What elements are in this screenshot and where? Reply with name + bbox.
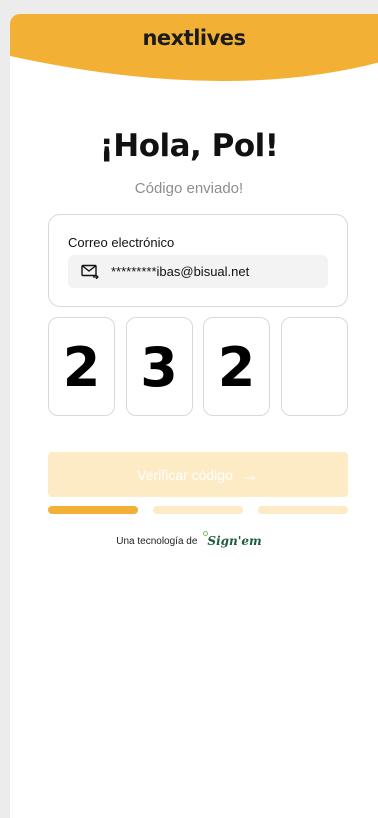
signem-logo: Sign'em bbox=[203, 531, 262, 548]
progress-step-1 bbox=[48, 506, 138, 514]
code-digit-4[interactable] bbox=[280, 317, 348, 416]
progress-step-3 bbox=[258, 506, 348, 514]
signem-logo-text: Sign'em bbox=[207, 534, 262, 548]
page-title: ¡Hola, Pol! bbox=[99, 128, 279, 164]
arrow-right-icon: → bbox=[240, 464, 259, 485]
powered-by-text: Una tecnología de bbox=[116, 535, 198, 547]
verify-code-label: Verificar código bbox=[137, 466, 233, 483]
verify-code-button[interactable]: Verificar código → bbox=[48, 452, 348, 497]
email-field: *********ibas@bisual.net bbox=[68, 255, 328, 288]
code-digit-2[interactable]: 3 bbox=[125, 317, 193, 416]
mail-arrow-icon bbox=[81, 264, 99, 279]
powered-by-footer: Una tecnología de Sign'em bbox=[10, 531, 368, 548]
verification-code-inputs: 2 3 2 bbox=[48, 317, 350, 417]
login-card: nextlives ¡Hola, Pol! Código enviado! Co… bbox=[10, 14, 378, 818]
code-digit-1[interactable]: 2 bbox=[48, 317, 115, 416]
header-banner: nextlives bbox=[10, 14, 378, 94]
email-panel: Correo electrónico *********ibas@bisual.… bbox=[48, 214, 348, 307]
step-progress bbox=[48, 506, 349, 514]
code-sent-status: Código enviado! bbox=[134, 180, 244, 197]
code-digit-3[interactable]: 2 bbox=[203, 317, 270, 416]
email-label: Correo electrónico bbox=[68, 235, 175, 250]
brand-logo: nextlives bbox=[142, 26, 246, 50]
email-value: *********ibas@bisual.net bbox=[111, 264, 250, 279]
progress-step-2 bbox=[153, 506, 243, 514]
